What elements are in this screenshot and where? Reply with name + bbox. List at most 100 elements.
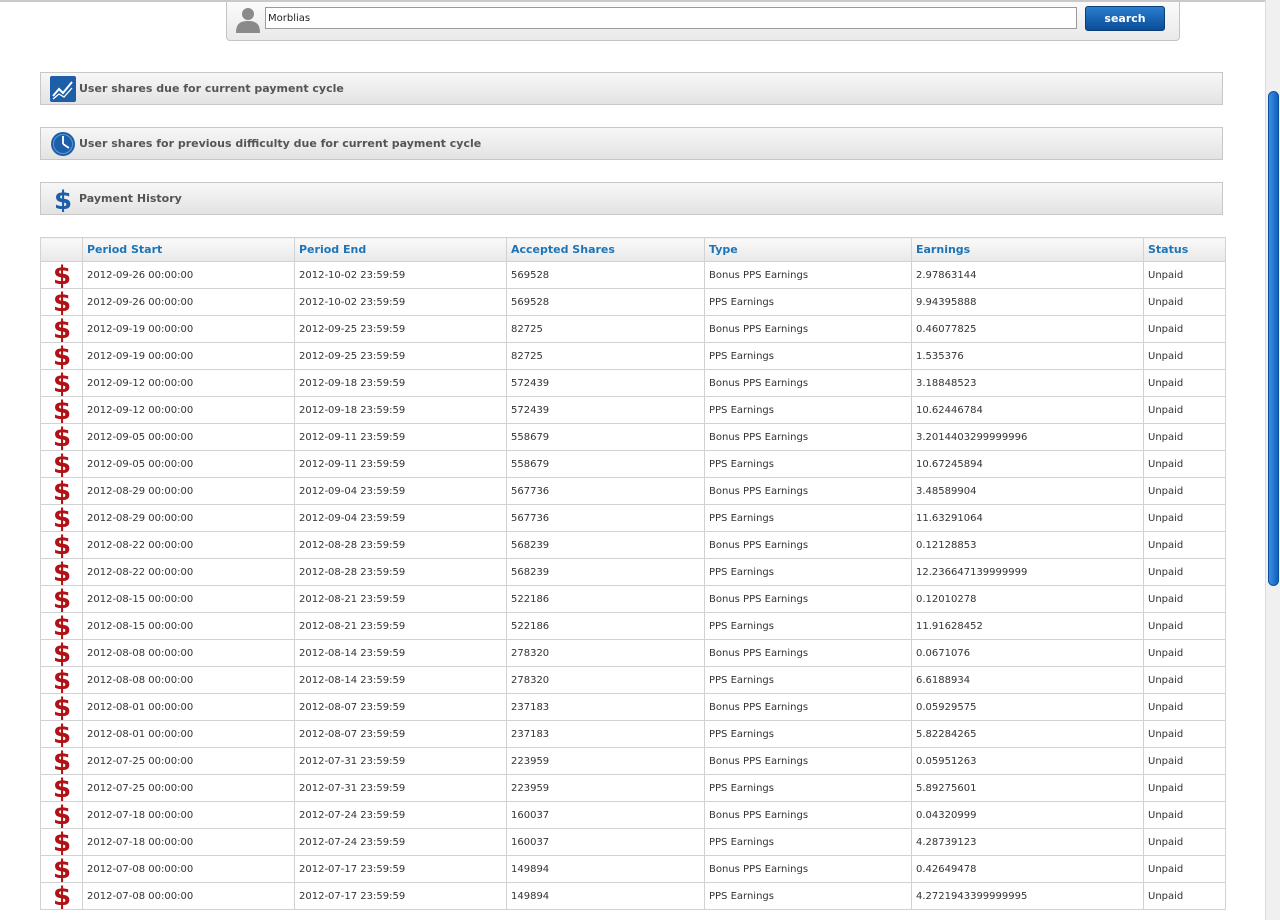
cell-period-start: 2012-09-19 00:00:00 — [82, 342, 295, 370]
row-icon-cell: $ — [40, 774, 83, 802]
cell-status: Unpaid — [1143, 288, 1226, 316]
cell-period-start: 2012-07-08 00:00:00 — [82, 882, 295, 910]
table-header-row: Period Start Period End Accepted Shares … — [40, 237, 1226, 262]
svg-text:$: $ — [53, 613, 71, 639]
dollar-red-icon: $ — [53, 505, 71, 531]
cell-period-end: 2012-07-31 23:59:59 — [294, 747, 507, 775]
clock-icon — [51, 132, 75, 156]
cell-status: Unpaid — [1143, 315, 1226, 343]
table-row: $2012-09-19 00:00:00 2012-09-25 23:59:59 8… — [40, 315, 1226, 343]
dollar-red-icon: $ — [53, 290, 71, 315]
svg-text:$: $ — [53, 667, 71, 693]
cell-period-start: 2012-08-22 00:00:00 — [82, 531, 295, 559]
cell-period-start: 2012-09-05 00:00:00 — [82, 450, 295, 478]
cell-earnings: 1.535376 — [911, 342, 1144, 370]
row-icon-cell: $ — [40, 639, 83, 667]
scrollbar-thumb[interactable] — [1268, 91, 1279, 586]
col-period-start[interactable]: Period Start — [82, 237, 295, 262]
cell-period-start: 2012-08-15 00:00:00 — [82, 585, 295, 613]
cell-status: Unpaid — [1143, 855, 1226, 883]
cell-type: PPS Earnings — [704, 774, 912, 802]
dollar-red-icon: $ — [53, 721, 71, 747]
cell-accepted-shares: 223959 — [506, 747, 705, 775]
cell-type: PPS Earnings — [704, 558, 912, 586]
svg-text:$: $ — [53, 532, 71, 558]
cell-accepted-shares: 223959 — [506, 774, 705, 802]
svg-text:$: $ — [53, 424, 71, 450]
cell-type: Bonus PPS Earnings — [704, 801, 912, 829]
dollar-red-icon: $ — [53, 749, 71, 774]
cell-period-start: 2012-09-05 00:00:00 — [82, 423, 295, 451]
table-row: $2012-09-12 00:00:00 2012-09-18 23:59:59 5… — [40, 369, 1226, 397]
dollar-red-icon: $ — [53, 371, 71, 396]
dollar-red-icon: $ — [53, 695, 71, 720]
cell-status: Unpaid — [1143, 396, 1226, 424]
chart-icon — [50, 76, 76, 102]
dollar-red-icon: $ — [53, 856, 71, 882]
section-current-shares[interactable]: User shares due for current payment cycl… — [40, 72, 1223, 105]
cell-type: Bonus PPS Earnings — [704, 369, 912, 397]
row-icon-cell: $ — [40, 369, 83, 397]
cell-period-end: 2012-07-17 23:59:59 — [294, 855, 507, 883]
cell-accepted-shares: 522186 — [506, 585, 705, 613]
cell-period-start: 2012-07-18 00:00:00 — [82, 828, 295, 856]
user-search-bar: search — [226, 2, 1180, 41]
col-type[interactable]: Type — [704, 237, 912, 262]
cell-type: Bonus PPS Earnings — [704, 855, 912, 883]
dollar-red-icon: $ — [53, 613, 71, 639]
row-icon-cell: $ — [40, 666, 83, 694]
row-icon-cell: $ — [40, 693, 83, 721]
section-payment-history[interactable]: $ Payment History — [40, 182, 1223, 215]
username-search-input[interactable] — [265, 7, 1077, 29]
cell-period-end: 2012-08-21 23:59:59 — [294, 585, 507, 613]
dollar-red-icon: $ — [53, 398, 71, 423]
cell-period-start: 2012-09-12 00:00:00 — [82, 396, 295, 424]
cell-period-end: 2012-09-11 23:59:59 — [294, 423, 507, 451]
dollar-red-icon: $ — [53, 587, 71, 612]
cell-type: PPS Earnings — [704, 720, 912, 748]
svg-text:$: $ — [53, 856, 71, 882]
cell-earnings: 0.04320999 — [911, 801, 1144, 829]
table-row: $2012-09-26 00:00:00 2012-10-02 23:59:59 5… — [40, 288, 1226, 316]
cell-period-start: 2012-08-29 00:00:00 — [82, 504, 295, 532]
cell-type: Bonus PPS Earnings — [704, 585, 912, 613]
col-period-end[interactable]: Period End — [294, 237, 507, 262]
cell-earnings: 11.63291064 — [911, 504, 1144, 532]
row-icon-cell: $ — [40, 423, 83, 451]
row-icon-cell: $ — [40, 558, 83, 586]
cell-period-end: 2012-09-11 23:59:59 — [294, 450, 507, 478]
table-row: $2012-08-22 00:00:00 2012-08-28 23:59:59 5… — [40, 531, 1226, 559]
row-icon-cell: $ — [40, 396, 83, 424]
section-previous-difficulty[interactable]: User shares for previous difficulty due … — [40, 127, 1223, 160]
svg-text:$: $ — [53, 721, 71, 747]
cell-status: Unpaid — [1143, 261, 1226, 289]
search-button[interactable]: search — [1085, 6, 1165, 31]
svg-text:$: $ — [53, 505, 71, 531]
table-row: $2012-08-08 00:00:00 2012-08-14 23:59:59 2… — [40, 639, 1226, 667]
cell-period-start: 2012-07-18 00:00:00 — [82, 801, 295, 829]
dollar-red-icon: $ — [53, 452, 71, 477]
cell-earnings: 0.12128853 — [911, 531, 1144, 559]
payment-history-table: Period Start Period End Accepted Shares … — [40, 237, 1226, 910]
cell-type: PPS Earnings — [704, 504, 912, 532]
cell-type: PPS Earnings — [704, 450, 912, 478]
cell-status: Unpaid — [1143, 531, 1226, 559]
cell-type: Bonus PPS Earnings — [704, 423, 912, 451]
cell-status: Unpaid — [1143, 828, 1226, 856]
col-status[interactable]: Status — [1143, 237, 1226, 262]
cell-period-end: 2012-09-25 23:59:59 — [294, 315, 507, 343]
cell-accepted-shares: 572439 — [506, 396, 705, 424]
col-earnings[interactable]: Earnings — [911, 237, 1144, 262]
dollar-red-icon: $ — [53, 640, 71, 666]
table-row: $2012-07-25 00:00:00 2012-07-31 23:59:59 2… — [40, 774, 1226, 802]
svg-text:$: $ — [53, 640, 71, 666]
cell-type: PPS Earnings — [704, 882, 912, 910]
dollar-icon: $ — [54, 186, 72, 212]
dollar-red-icon: $ — [53, 830, 71, 855]
vertical-scrollbar[interactable] — [1265, 0, 1280, 920]
col-accepted-shares[interactable]: Accepted Shares — [506, 237, 705, 262]
cell-period-end: 2012-08-14 23:59:59 — [294, 639, 507, 667]
cell-status: Unpaid — [1143, 666, 1226, 694]
cell-period-end: 2012-09-18 23:59:59 — [294, 369, 507, 397]
cell-type: PPS Earnings — [704, 612, 912, 640]
